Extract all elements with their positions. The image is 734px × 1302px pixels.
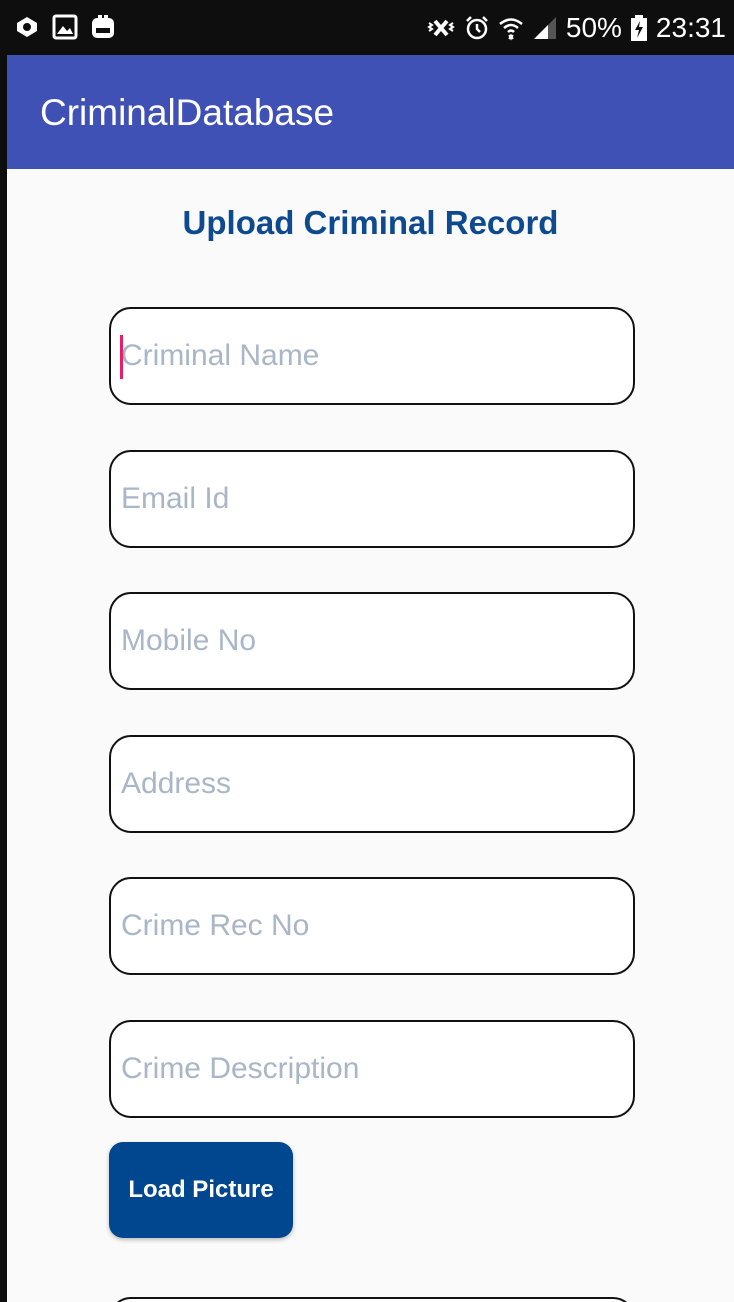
signal-icon [533, 17, 556, 39]
crime-rec-no-input[interactable] [121, 879, 621, 973]
app-bar: CriminalDatabase [7, 55, 734, 169]
alarm-icon [465, 16, 488, 40]
screen: 50% 23:31 CriminalDatabase Upload Crimin… [0, 0, 734, 1302]
photo-sync-icon [17, 17, 37, 37]
mobile-no-input[interactable] [121, 594, 621, 688]
vibrate-mute-icon [427, 19, 455, 37]
battery-percent: 50% [565, 12, 622, 43]
criminal-name-field[interactable] [109, 307, 635, 405]
page-title: Upload Criminal Record [182, 204, 559, 241]
wifi-icon [499, 18, 523, 41]
status-bar: 50% 23:31 [0, 0, 734, 55]
mobile-no-field[interactable] [109, 592, 635, 690]
gallery-icon [52, 14, 78, 40]
email-id-field[interactable] [109, 450, 635, 548]
crime-description-field[interactable] [109, 1020, 635, 1118]
backup-icon [92, 15, 114, 38]
upload-form: Upload Criminal Record Load Picture [7, 169, 734, 1302]
status-left-icons [14, 14, 116, 40]
battery-charging-icon [630, 15, 647, 41]
app-title: CriminalDatabase [40, 92, 335, 133]
next-field-partial[interactable] [109, 1297, 635, 1302]
load-picture-button[interactable]: Load Picture [109, 1142, 293, 1238]
text-cursor [120, 335, 123, 379]
status-right-icons: 50% 23:31 [426, 8, 726, 48]
email-id-input[interactable] [121, 452, 621, 546]
screen-edge [0, 55, 7, 1302]
crime-description-input[interactable] [121, 1022, 621, 1116]
address-field[interactable] [109, 735, 635, 833]
criminal-name-input[interactable] [121, 309, 621, 403]
address-input[interactable] [121, 737, 621, 831]
crime-rec-no-field[interactable] [109, 877, 635, 975]
clock: 23:31 [655, 12, 726, 43]
